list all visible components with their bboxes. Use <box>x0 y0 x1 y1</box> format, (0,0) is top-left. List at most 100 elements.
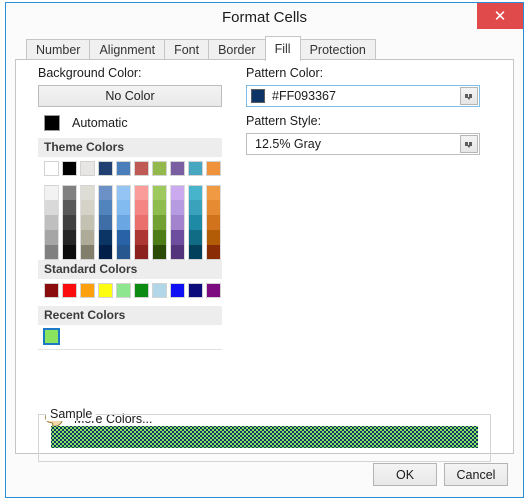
pattern-color-combobox[interactable]: #FF093367 <box>246 85 480 107</box>
theme-color-variant-swatch[interactable] <box>152 245 167 260</box>
tab-alignment[interactable]: Alignment <box>89 39 166 60</box>
theme-color-variant-swatch[interactable] <box>188 230 203 245</box>
theme-color-variant-swatch[interactable] <box>134 200 149 215</box>
theme-color-variant-swatch[interactable] <box>116 200 131 215</box>
theme-color-variant-swatch[interactable] <box>44 230 59 245</box>
theme-color-variant-swatch[interactable] <box>152 230 167 245</box>
pattern-style-combobox[interactable]: 12.5% Gray <box>246 133 480 155</box>
tab-border[interactable]: Border <box>208 39 266 60</box>
theme-color-variant-swatch[interactable] <box>80 230 95 245</box>
standard-color-swatch[interactable] <box>44 283 59 298</box>
recent-colors-header: Recent Colors <box>38 306 222 325</box>
standard-color-swatch[interactable] <box>134 283 149 298</box>
theme-color-variant-swatch[interactable] <box>206 215 221 230</box>
tab-font[interactable]: Font <box>164 39 210 60</box>
cancel-button[interactable]: Cancel <box>444 463 508 486</box>
theme-color-variant-swatch[interactable] <box>62 200 77 215</box>
ok-button[interactable]: OK <box>373 463 437 486</box>
theme-color-variant-swatch[interactable] <box>170 185 185 200</box>
theme-color-variant-swatch[interactable] <box>152 185 167 200</box>
theme-color-variant-swatch[interactable] <box>116 230 131 245</box>
fill-tab-page: Background Color: No Color Automatic The… <box>15 59 514 462</box>
tab-strip: Number Alignment Font Border Fill Protec… <box>26 36 514 61</box>
theme-color-variant-swatch[interactable] <box>44 185 59 200</box>
standard-color-swatch[interactable] <box>152 283 167 298</box>
theme-color-variant-swatch[interactable] <box>44 215 59 230</box>
automatic-color-swatch <box>44 115 60 131</box>
theme-color-swatch[interactable] <box>98 161 113 176</box>
chevron-down-icon[interactable] <box>460 135 478 153</box>
tab-host: Number Alignment Font Border Fill Protec… <box>15 36 514 462</box>
standard-color-swatch[interactable] <box>188 283 203 298</box>
theme-color-variant-swatch[interactable] <box>206 245 221 260</box>
theme-color-variant-swatch[interactable] <box>170 215 185 230</box>
sample-preview <box>51 426 478 448</box>
theme-color-variant-swatch[interactable] <box>170 200 185 215</box>
theme-color-swatch[interactable] <box>188 161 203 176</box>
theme-color-variant-swatch[interactable] <box>80 200 95 215</box>
theme-color-variant-swatch[interactable] <box>206 185 221 200</box>
theme-color-variant-swatch[interactable] <box>134 230 149 245</box>
tab-fill[interactable]: Fill <box>264 36 301 61</box>
standard-color-swatch[interactable] <box>98 283 113 298</box>
automatic-label: Automatic <box>72 116 128 130</box>
theme-color-variant-swatch[interactable] <box>80 185 95 200</box>
theme-color-swatch[interactable] <box>206 161 221 176</box>
theme-color-variant-swatch[interactable] <box>116 185 131 200</box>
theme-color-variant-swatch[interactable] <box>98 200 113 215</box>
recent-colors-divider <box>38 349 222 350</box>
standard-color-swatch[interactable] <box>206 283 221 298</box>
theme-color-variant-swatch[interactable] <box>98 230 113 245</box>
theme-color-variant-swatch[interactable] <box>134 185 149 200</box>
theme-color-variant-swatch[interactable] <box>152 200 167 215</box>
theme-color-variant-swatch[interactable] <box>80 215 95 230</box>
theme-color-variant-swatch[interactable] <box>134 215 149 230</box>
theme-color-variant-swatch[interactable] <box>62 230 77 245</box>
theme-color-swatch[interactable] <box>116 161 131 176</box>
background-color-label: Background Color: <box>38 66 142 80</box>
standard-color-swatch[interactable] <box>62 283 77 298</box>
theme-color-variant-swatch[interactable] <box>188 245 203 260</box>
theme-color-variant-swatch[interactable] <box>188 215 203 230</box>
theme-color-variant-swatch[interactable] <box>206 200 221 215</box>
theme-color-swatch[interactable] <box>170 161 185 176</box>
theme-color-variant-swatch[interactable] <box>80 245 95 260</box>
theme-color-variant-swatch[interactable] <box>170 245 185 260</box>
theme-color-swatch[interactable] <box>134 161 149 176</box>
tab-number[interactable]: Number <box>26 39 91 60</box>
theme-color-variant-swatch[interactable] <box>152 215 167 230</box>
theme-color-swatch[interactable] <box>62 161 77 176</box>
standard-colors-header: Standard Colors <box>38 260 222 279</box>
theme-color-variant-swatch[interactable] <box>134 245 149 260</box>
standard-color-swatch[interactable] <box>170 283 185 298</box>
tab-protection[interactable]: Protection <box>299 39 376 60</box>
theme-color-variant-swatch[interactable] <box>98 185 113 200</box>
theme-color-variant-swatch[interactable] <box>206 230 221 245</box>
title-bar: Format Cells ✕ <box>6 3 523 35</box>
no-color-button[interactable]: No Color <box>38 85 222 107</box>
theme-color-variant-swatch[interactable] <box>62 185 77 200</box>
theme-color-variant-swatch[interactable] <box>62 215 77 230</box>
theme-color-swatch[interactable] <box>152 161 167 176</box>
theme-color-variant-swatch[interactable] <box>188 185 203 200</box>
theme-color-variant-swatch[interactable] <box>44 245 59 260</box>
theme-color-swatch[interactable] <box>44 161 59 176</box>
recent-color-swatch[interactable] <box>43 328 60 345</box>
theme-color-variant-swatch[interactable] <box>170 230 185 245</box>
theme-color-variant-swatch[interactable] <box>116 245 131 260</box>
standard-color-swatch[interactable] <box>80 283 95 298</box>
theme-color-swatch[interactable] <box>80 161 95 176</box>
theme-color-variant-swatch[interactable] <box>116 215 131 230</box>
theme-color-variant-swatch[interactable] <box>62 245 77 260</box>
theme-color-variant-swatch[interactable] <box>98 215 113 230</box>
theme-color-variant-swatch[interactable] <box>188 200 203 215</box>
format-cells-dialog: Format Cells ✕ Number Alignment Font Bor… <box>5 2 524 498</box>
close-icon[interactable]: ✕ <box>477 3 523 29</box>
standard-color-swatch[interactable] <box>116 283 131 298</box>
theme-colors-header: Theme Colors <box>38 138 222 157</box>
chevron-down-icon[interactable] <box>460 87 478 105</box>
pattern-color-label: Pattern Color: <box>246 66 324 80</box>
theme-color-variant-swatch[interactable] <box>44 200 59 215</box>
window-title: Format Cells <box>221 9 307 26</box>
theme-color-variant-swatch[interactable] <box>98 245 113 260</box>
